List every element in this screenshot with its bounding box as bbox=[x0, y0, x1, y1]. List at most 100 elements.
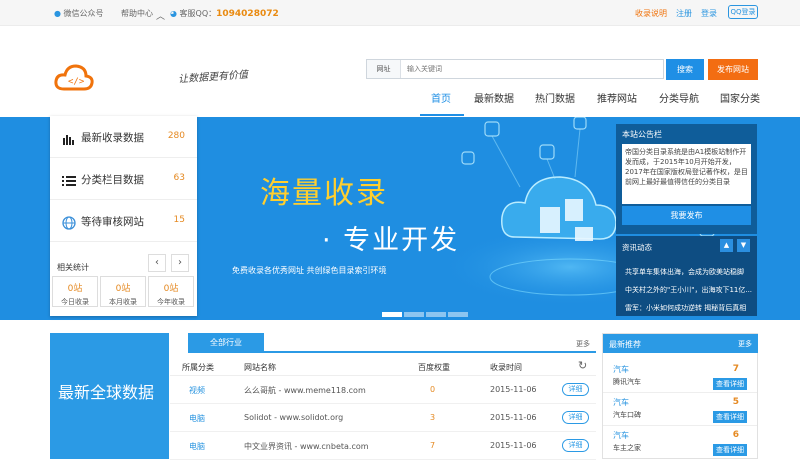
qq-login-button[interactable]: QQ登录 bbox=[728, 5, 758, 19]
nav-latest[interactable]: 最新数据 bbox=[474, 90, 514, 105]
slogan: 让数据更有价值 bbox=[177, 69, 249, 86]
recommend-score: 6 bbox=[732, 430, 739, 440]
nav-country[interactable]: 国家分类 bbox=[720, 90, 760, 105]
recommend-item[interactable]: 汽车 车主之家 6 查看详细 bbox=[603, 426, 757, 459]
customer-service: ◕ 客服QQ：1094028072 bbox=[170, 9, 279, 19]
login-link[interactable]: 登录 bbox=[701, 8, 717, 19]
arrow-up-icon[interactable]: ▲ bbox=[720, 239, 733, 252]
notice-text: 帝国分类目录系统是由A1模板站制作开发而成，于2015年10月开始开发，2017… bbox=[622, 144, 751, 204]
table-row[interactable]: 电脑 Solidot - www.solidot.org 3 2015-11-0… bbox=[170, 404, 596, 432]
notice-panel: 本站公告栏 帝国分类目录系统是由A1模板站制作开发而成，于2015年10月开始开… bbox=[616, 124, 757, 234]
view-detail-button[interactable]: 查看详细 bbox=[713, 444, 747, 456]
search-input[interactable] bbox=[407, 60, 657, 78]
column-header: 网站名称 bbox=[244, 363, 276, 372]
recommend-name[interactable]: 汽车口碑 bbox=[613, 410, 641, 420]
sidebar-item-count: 15 bbox=[173, 215, 185, 225]
counter-label: 今日收录 bbox=[61, 298, 89, 306]
row-weight: 0 bbox=[430, 385, 436, 394]
slide-dot[interactable] bbox=[404, 312, 424, 317]
news-panel: 资讯动态 ▲ ▼ 共享单车集体出海，会成为欧美站稳脚 中关村之外的"王小川"，出… bbox=[616, 236, 757, 316]
publish-site-button[interactable]: 发布网站 bbox=[708, 59, 758, 80]
row-weight: 3 bbox=[430, 413, 436, 422]
chevron-right-icon[interactable]: › bbox=[171, 254, 189, 272]
recommend-score: 5 bbox=[732, 397, 739, 407]
view-detail-button[interactable]: 查看详细 bbox=[713, 411, 747, 423]
banner-subtitle: 免费收录各优秀网址 共创绿色目录索引环境 bbox=[232, 266, 387, 275]
row-category[interactable]: 视频 bbox=[189, 385, 205, 396]
row-site-name[interactable]: 么么哥航 - www.meme118.com bbox=[244, 385, 366, 396]
counter-value: 0站 bbox=[163, 284, 179, 294]
search-type-label[interactable]: 网址 bbox=[367, 60, 401, 78]
sidebar-item-count: 280 bbox=[167, 131, 185, 141]
slide-dot[interactable] bbox=[382, 312, 402, 317]
table-row[interactable]: 视频 么么哥航 - www.meme118.com 0 2015-11-06 详… bbox=[170, 376, 596, 404]
svg-text:</>: </> bbox=[68, 77, 85, 87]
counter-year: 0站 今年收录 bbox=[148, 276, 194, 307]
recommend-category[interactable]: 汽车 bbox=[613, 397, 629, 408]
wechat-link[interactable]: ● 微信公众号 bbox=[54, 8, 104, 19]
slide-indicators bbox=[382, 302, 470, 320]
news-item[interactable]: 共享单车集体出海，会成为欧美站稳脚 bbox=[625, 267, 753, 277]
row-site-name[interactable]: Solidot - www.solidot.org bbox=[244, 413, 343, 422]
refresh-icon[interactable]: ↻ bbox=[578, 359, 587, 372]
counter-value: 0站 bbox=[115, 284, 131, 294]
detail-button[interactable]: 详细 bbox=[562, 411, 589, 424]
nav-recommend[interactable]: 推荐网站 bbox=[597, 90, 637, 105]
row-date: 2015-11-06 bbox=[490, 441, 537, 450]
row-site-name[interactable]: 中文业界资讯 - www.cnbeta.com bbox=[244, 441, 369, 452]
sidebar-item-pending[interactable]: 等待审核网站 15 bbox=[50, 200, 197, 242]
counter-value: 0站 bbox=[67, 284, 83, 294]
global-data-block[interactable]: 最新全球数据 bbox=[50, 333, 169, 459]
slide-dot[interactable] bbox=[426, 312, 446, 317]
column-header: 收录时间 bbox=[490, 363, 522, 372]
stats-sidebar: 最新收录数据 280 分类栏目数据 63 等待审核网站 15 相关统计 ‹ › … bbox=[50, 116, 197, 316]
table-header: 所属分类 网站名称 百度权重 收录时间 ↻ bbox=[170, 356, 596, 376]
nav-hot[interactable]: 热门数据 bbox=[535, 90, 575, 105]
list-icon bbox=[62, 173, 76, 187]
tab-all-industries[interactable]: 全部行业 bbox=[188, 333, 264, 353]
recommend-item[interactable]: 汽车 汽车口碑 5 查看详细 bbox=[603, 393, 757, 426]
recommend-category[interactable]: 汽车 bbox=[613, 364, 629, 375]
recommend-panel: 最新推荐 更多 汽车 腾讯汽车 7 查看详细 汽车 汽车口碑 5 查看详细 汽车… bbox=[602, 333, 758, 459]
chevron-left-icon[interactable]: ‹ bbox=[148, 254, 166, 272]
recommend-name[interactable]: 腾讯汽车 bbox=[613, 377, 641, 387]
collect-info-link[interactable]: 收录说明 bbox=[635, 8, 667, 19]
sidebar-item-latest[interactable]: 最新收录数据 280 bbox=[50, 116, 197, 158]
banner-title-1: 海量收录 bbox=[260, 176, 388, 211]
row-category[interactable]: 电脑 bbox=[189, 413, 205, 424]
sidebar-item-count: 63 bbox=[173, 173, 185, 183]
globe-icon bbox=[62, 215, 76, 230]
notice-title: 本站公告栏 bbox=[622, 130, 662, 139]
slide-dot[interactable] bbox=[448, 312, 468, 317]
table-row[interactable]: 电脑 中文业界资讯 - www.cnbeta.com 7 2015-11-06 … bbox=[170, 432, 596, 460]
help-center-link[interactable]: 帮助中心 bbox=[121, 8, 153, 19]
logo[interactable]: </> bbox=[54, 62, 94, 96]
row-date: 2015-11-06 bbox=[490, 413, 537, 422]
counter-month: 0站 本月收录 bbox=[100, 276, 146, 307]
row-weight: 7 bbox=[430, 441, 436, 450]
recommend-name[interactable]: 车主之家 bbox=[613, 443, 641, 453]
arrow-down-icon[interactable]: ▼ bbox=[737, 239, 750, 252]
nav-category[interactable]: 分类导航 bbox=[659, 90, 699, 105]
register-link[interactable]: 注册 bbox=[676, 8, 692, 19]
sidebar-item-category[interactable]: 分类栏目数据 63 bbox=[50, 158, 197, 200]
recommend-header: 最新推荐 更多 bbox=[603, 334, 758, 353]
search-box: 网址 bbox=[366, 59, 664, 79]
news-item[interactable]: 雷军：小米如何成功逆转 揭秘背后真相 bbox=[625, 303, 753, 313]
recommend-score: 7 bbox=[732, 364, 739, 374]
recommend-category[interactable]: 汽车 bbox=[613, 430, 629, 441]
detail-button[interactable]: 详细 bbox=[562, 439, 589, 452]
search-button[interactable]: 搜索 bbox=[666, 59, 704, 80]
view-detail-button[interactable]: 查看详细 bbox=[713, 378, 747, 390]
table-more-link[interactable]: 更多 bbox=[576, 339, 590, 349]
caret-up-icon: ︿ bbox=[156, 12, 166, 22]
nav-home[interactable]: 首页 bbox=[431, 90, 451, 105]
row-category[interactable]: 电脑 bbox=[189, 441, 205, 452]
recommend-more-link[interactable]: 更多 bbox=[738, 339, 752, 349]
news-item[interactable]: 中关村之外的"王小川"，出海攻下11亿... bbox=[625, 285, 753, 295]
recommend-item[interactable]: 汽车 腾讯汽车 7 查看详细 bbox=[603, 360, 757, 393]
detail-button[interactable]: 详细 bbox=[562, 383, 589, 396]
wechat-icon: ● bbox=[54, 9, 61, 18]
row-date: 2015-11-06 bbox=[490, 385, 537, 394]
publish-button[interactable]: 我要发布 bbox=[622, 206, 751, 225]
